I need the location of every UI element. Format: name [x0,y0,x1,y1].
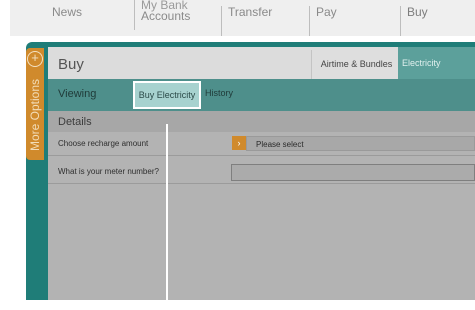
chevron-right-icon[interactable]: › [232,136,246,150]
more-options-label: More Options [28,78,42,152]
page-title: Buy [58,56,84,73]
nav-news-label: News [52,5,83,19]
meter-number-label: What is your meter number? [58,167,159,176]
nav-transfer-label: Transfer [228,5,273,19]
history-button[interactable]: History [205,88,233,98]
recharge-amount-row: Choose recharge amount › Please select [48,133,475,156]
annotation-arrow-line [166,124,168,300]
details-section-header: Details [48,111,475,132]
recharge-amount-select[interactable]: Please select [246,136,475,151]
nav-buy[interactable]: Buy [400,6,428,36]
buy-electricity-button[interactable]: Buy Electricity [133,81,201,109]
meter-number-row: What is your meter number? [48,161,475,184]
panel-header: Buy Airtime & Bundles Electricity [48,47,475,79]
bottom-band [0,300,475,310]
nav-accounts-label-2: Accounts [141,9,191,23]
viewing-bar: Viewing Buy Electricity History [48,79,475,111]
tab-electricity[interactable]: Electricity [398,47,475,79]
top-navigation: News My Bank Accounts Transfer Pay Buy [10,0,475,36]
viewing-label: Viewing [58,88,97,100]
nav-news[interactable]: News [52,6,82,36]
buy-panel: Buy Airtime & Bundles Electricity Viewin… [48,47,475,300]
nav-buy-label: Buy [407,5,428,19]
details-title: Details [58,116,92,128]
nav-accounts[interactable]: My Bank Accounts [134,0,190,30]
recharge-amount-label: Choose recharge amount [58,139,149,148]
plus-circle-icon[interactable]: + [27,51,43,67]
nav-pay-label: Pay [316,5,337,19]
nav-transfer[interactable]: Transfer [221,6,272,36]
nav-pay[interactable]: Pay [309,6,337,36]
meter-number-input[interactable] [231,164,475,181]
tab-airtime-bundles[interactable]: Airtime & Bundles [311,50,401,79]
